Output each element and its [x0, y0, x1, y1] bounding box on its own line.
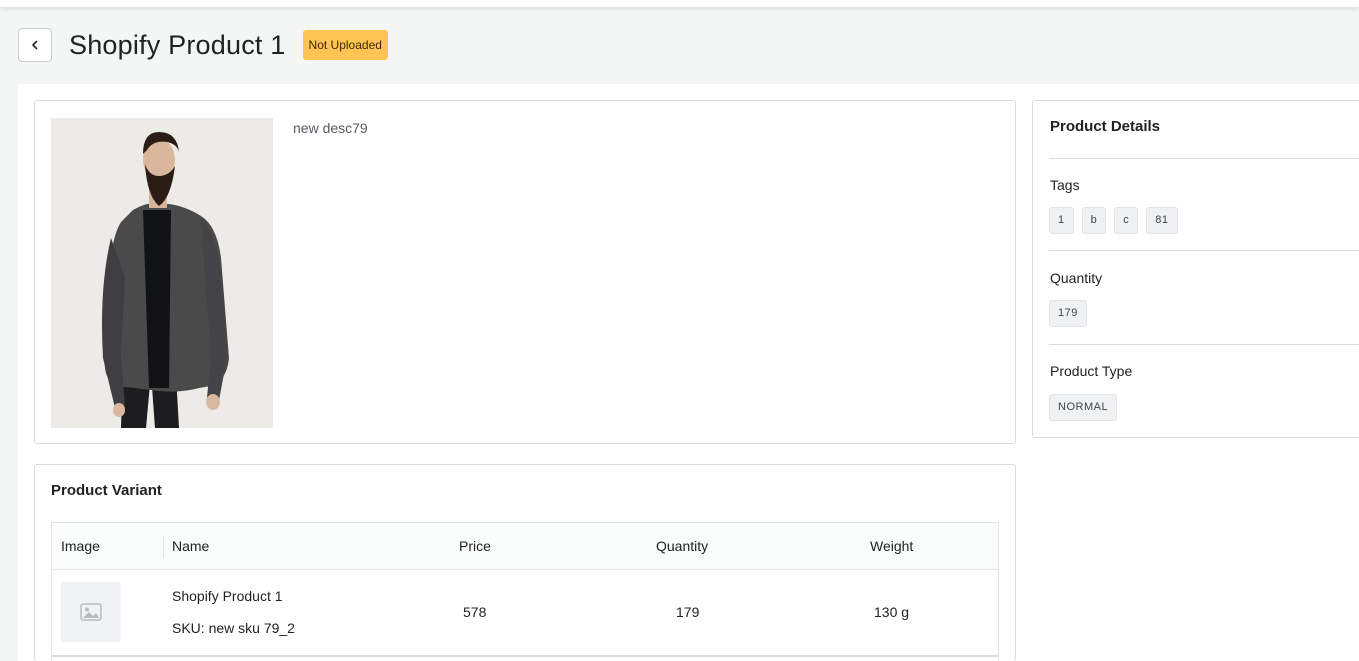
variant-sku: SKU: new sku 79_2 [172, 620, 295, 636]
product-image[interactable] [51, 118, 273, 428]
top-bar [0, 0, 1359, 7]
row-divider [52, 655, 998, 657]
chevron-left-icon [32, 40, 38, 50]
page-title: Shopify Product 1 [69, 29, 286, 60]
variant-weight: 130 g [874, 604, 910, 620]
column-header-quantity: Quantity [656, 538, 709, 554]
product-details-card: Product Details Tags 1 b c 81 Quantity 1… [1032, 100, 1359, 438]
column-separator [163, 536, 164, 558]
tag-chip: 81 [1146, 207, 1178, 234]
variant-image [61, 582, 121, 642]
variant-title: Product Variant [51, 482, 162, 499]
tags-list: 1 b c 81 [1049, 207, 1178, 234]
image-placeholder-icon [80, 603, 102, 621]
variant-price: 578 [463, 604, 487, 620]
tag-chip: b [1081, 207, 1107, 234]
variant-quantity: 179 [676, 604, 700, 620]
product-variant-card: Product Variant Image Name Price Quantit… [34, 464, 1016, 661]
back-button[interactable] [18, 28, 52, 62]
divider [1049, 250, 1359, 251]
product-card: new desc79 [34, 100, 1016, 444]
product-description: new desc79 [293, 120, 368, 136]
table-row[interactable]: Shopify Product 1 SKU: new sku 79_2 578 … [52, 570, 998, 656]
column-header-name: Name [172, 538, 210, 554]
quantity-label: Quantity [1050, 270, 1103, 286]
page-header: Shopify Product 1 Not Uploaded [18, 28, 388, 62]
divider [1049, 344, 1359, 345]
details-title: Product Details [1050, 118, 1161, 135]
column-header-price: Price [459, 538, 491, 554]
quantity-chip: 179 [1049, 300, 1087, 327]
product-photo [51, 118, 273, 428]
column-header-weight: Weight [870, 538, 914, 554]
variant-name: Shopify Product 1 [172, 588, 283, 604]
main-content: new desc79 Product Details Tags 1 b c 81… [18, 84, 1359, 661]
table-header: Image Name Price Quantity Weight [52, 523, 998, 570]
tag-chip: 1 [1049, 207, 1074, 234]
product-type-row: NORMAL [1049, 394, 1118, 421]
tags-label: Tags [1050, 177, 1080, 193]
variant-table: Image Name Price Quantity Weight Shopify… [51, 522, 999, 661]
product-type-chip: NORMAL [1049, 394, 1118, 421]
page: Shopify Product 1 Not Uploaded new desc7… [0, 0, 1359, 661]
divider [1049, 158, 1359, 159]
tag-chip: c [1114, 207, 1139, 234]
quantity-value-row: 179 [1049, 300, 1087, 327]
column-header-image: Image [61, 538, 100, 554]
status-badge: Not Uploaded [302, 30, 388, 60]
product-type-label: Product Type [1050, 363, 1133, 379]
